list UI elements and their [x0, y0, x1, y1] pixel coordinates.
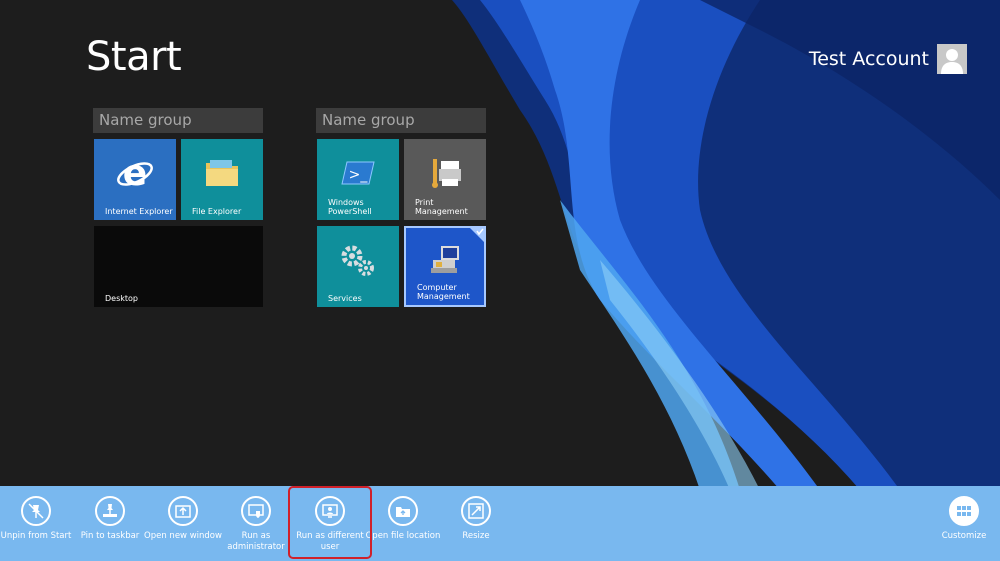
button-label: Run as administrator — [227, 531, 285, 552]
tile-services[interactable]: Services — [317, 226, 399, 307]
tile-label: Desktop — [105, 294, 138, 303]
tile-internet-explorer[interactable]: e Internet Explorer — [94, 139, 176, 220]
selected-check-icon — [468, 226, 486, 244]
button-label: Open file location — [365, 531, 441, 541]
button-label: Open new window — [144, 531, 222, 541]
account-button[interactable]: Test Account — [809, 44, 967, 74]
pin-taskbar-icon — [103, 504, 117, 517]
avatar — [937, 44, 967, 74]
button-label: Unpin from Start — [0, 531, 72, 541]
customize-button[interactable]: Customize — [924, 486, 1000, 561]
gears-icon — [341, 245, 374, 277]
button-label: Customize — [941, 531, 987, 541]
tile-print-management[interactable]: Print Management — [404, 139, 486, 220]
user-icon — [941, 49, 963, 74]
unpin-icon — [28, 503, 44, 519]
powershell-icon: >_ — [341, 161, 375, 185]
svg-text:>_: >_ — [349, 167, 369, 183]
tile-file-explorer[interactable]: File Explorer — [181, 139, 263, 220]
start-title: Start — [86, 34, 182, 80]
unpin-from-start-button[interactable]: Unpin from Start — [0, 486, 76, 561]
group-name-1[interactable]: Name group — [93, 108, 263, 133]
tile-desktop[interactable]: Desktop — [94, 226, 263, 307]
open-new-window-button[interactable]: Open new window — [143, 486, 223, 561]
app-bar: Unpin from Start Pin to taskbar Open new… — [0, 486, 1000, 561]
file-location-icon — [396, 507, 410, 517]
printer-icon — [432, 159, 461, 189]
resize-button[interactable]: Resize — [436, 486, 516, 561]
group-name-2[interactable]: Name group — [316, 108, 486, 133]
button-label: Pin to taskbar — [80, 531, 140, 541]
tile-label: Services — [328, 294, 362, 303]
open-file-location-button[interactable]: Open file location — [363, 486, 443, 561]
customize-icon — [957, 506, 971, 516]
internet-explorer-icon: e — [117, 153, 153, 193]
svg-text:e: e — [123, 153, 147, 193]
tile-label: Print Management — [415, 198, 468, 216]
admin-shield-icon — [248, 504, 264, 518]
resize-icon — [468, 503, 484, 519]
tile-label: Windows PowerShell — [328, 198, 372, 216]
tile-label: File Explorer — [192, 207, 242, 216]
account-name: Test Account — [808, 48, 929, 70]
tile-label: Computer Management — [417, 283, 470, 301]
new-window-icon — [175, 505, 191, 518]
highlight-box — [288, 486, 372, 559]
pin-to-taskbar-button[interactable]: Pin to taskbar — [70, 486, 150, 561]
tile-label: Internet Explorer — [105, 207, 173, 216]
folder-icon — [206, 160, 238, 187]
computer-management-icon — [431, 246, 459, 274]
tile-windows-powershell[interactable]: >_ Windows PowerShell — [317, 139, 399, 220]
run-as-administrator-button[interactable]: Run as administrator — [216, 486, 296, 561]
tile-computer-management[interactable]: Computer Management — [404, 226, 486, 307]
button-label: Resize — [462, 531, 490, 541]
